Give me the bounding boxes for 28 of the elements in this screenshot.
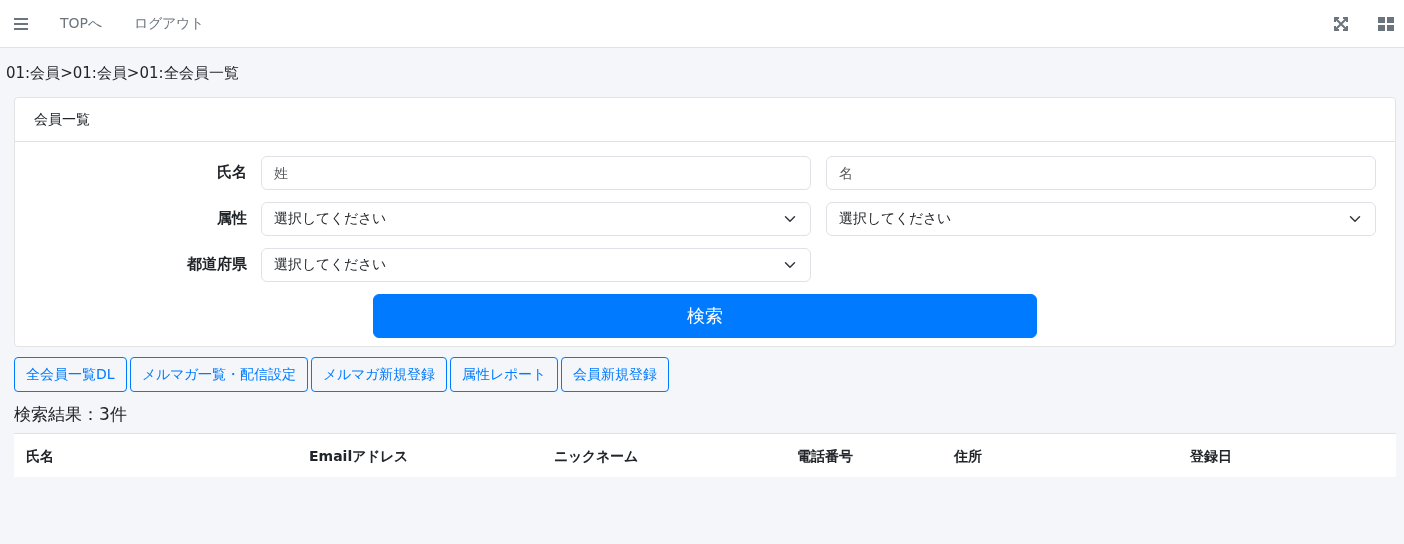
card-title: 会員一覧: [15, 97, 1395, 142]
menu-icon[interactable]: [14, 17, 28, 30]
column-header: 登録日: [1178, 433, 1396, 477]
column-header: Emailアドレス: [297, 433, 542, 477]
text-field[interactable]: 姓: [261, 155, 811, 190]
breadcrumb: 01:会員>01:会員>01:全会員一覧: [5, 63, 240, 84]
search-button[interactable]: 検索: [373, 293, 1037, 338]
result-count: 検索結果：3件: [13, 402, 128, 426]
action-button[interactable]: メルマガ新規登録: [310, 356, 447, 392]
nav-link[interactable]: ログアウト: [134, 13, 204, 34]
column-header: ニックネーム: [542, 433, 785, 477]
field-label: 都道府県: [186, 254, 248, 276]
text-field[interactable]: 名: [826, 155, 1376, 190]
column-header: 電話番号: [785, 433, 942, 477]
nav-link[interactable]: TOPへ: [60, 13, 102, 34]
column-header: 氏名: [14, 433, 297, 477]
select-field[interactable]: 選択してください: [261, 201, 811, 236]
action-button[interactable]: 会員新規登録: [560, 356, 669, 392]
grid-icon[interactable]: [1378, 16, 1394, 31]
action-button[interactable]: 属性レポート: [449, 356, 558, 392]
select-field[interactable]: 選択してください: [826, 201, 1376, 236]
column-header: 住所: [942, 433, 1178, 477]
select-field[interactable]: 選択してください: [261, 247, 811, 282]
action-button[interactable]: メルマガ一覧・配信設定: [129, 356, 308, 392]
action-button[interactable]: 全会員一覧DL: [14, 356, 127, 392]
expand-icon[interactable]: [1334, 16, 1348, 31]
field-label: 属性: [216, 208, 248, 230]
field-label: 氏名: [216, 162, 248, 184]
